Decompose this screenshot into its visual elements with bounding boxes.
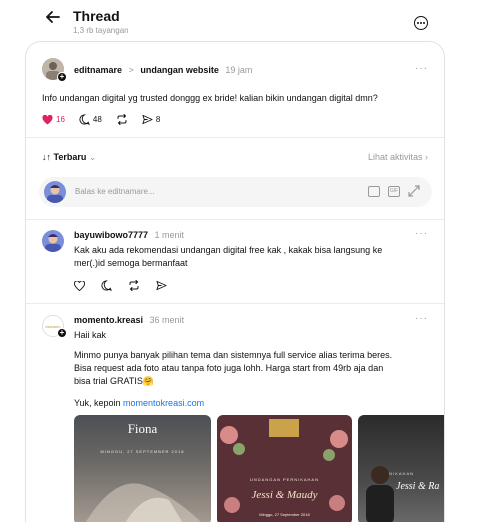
- comment-line: bisa trial GRATIS🤗: [74, 376, 155, 386]
- comment-line: Kak aku ada rekomendasi undangan digital…: [74, 245, 383, 255]
- reply-input[interactable]: Balas ke editnamare...: [75, 187, 155, 196]
- reply-box[interactable]: Balas ke editnamare... GIF: [39, 177, 432, 207]
- comment-time: 36 menit: [149, 315, 185, 325]
- sort-dropdown[interactable]: ↓↑ Terbaru ⌄: [42, 152, 96, 163]
- comment-header: momento.kreasi 36 menit: [74, 315, 184, 325]
- comment-cta: Yuk, kepoin momentokreasi.com: [74, 397, 204, 410]
- view-count: 1,3 rb tayangan: [73, 26, 129, 35]
- post-time: 19 jam: [225, 65, 253, 75]
- like-button[interactable]: 16: [42, 114, 65, 125]
- username[interactable]: momento.kreasi: [74, 315, 143, 325]
- website-link[interactable]: momentokreasi.com: [123, 398, 204, 408]
- media-image[interactable]: Fiona MINGGU, 27 SEPTEMBER 2018: [74, 415, 211, 522]
- media-image[interactable]: PERNIKAHAN Jessi & Ra: [358, 415, 444, 522]
- comment-actions: [74, 280, 167, 291]
- invite-date: Minggu, 27 September 2018: [259, 512, 310, 517]
- back-arrow-icon[interactable]: [44, 8, 62, 26]
- send-icon[interactable]: [156, 280, 167, 291]
- invite-name: Jessi & Maudy: [251, 489, 318, 501]
- page-title: Thread: [73, 8, 120, 24]
- follow-plus-icon[interactable]: +: [57, 328, 67, 338]
- follow-plus-icon[interactable]: +: [57, 72, 67, 82]
- post-more-icon[interactable]: ···: [415, 63, 428, 74]
- comment-text: Kak aku ada rekomendasi undangan digital…: [74, 244, 439, 270]
- view-activity-link[interactable]: Lihat aktivitas ›: [368, 152, 428, 162]
- comment-more-icon[interactable]: ···: [415, 228, 428, 239]
- top-bar: Thread 1,3 rb tayangan: [0, 0, 500, 40]
- repost-button[interactable]: [116, 114, 128, 125]
- share-button[interactable]: 8: [142, 114, 160, 125]
- comment-count: 48: [92, 115, 102, 124]
- heart-icon[interactable]: [74, 280, 85, 291]
- comment-header: bayuwibowo7777 1 menit: [74, 230, 184, 240]
- cta-prefix: Yuk, kepoin: [74, 398, 124, 408]
- share-count: 8: [155, 115, 161, 124]
- invite-name: Fiona: [127, 421, 158, 436]
- sort-icon: ↓↑: [42, 152, 51, 162]
- divider: [26, 303, 444, 304]
- post-text: Info undangan digital yg trusted donggg …: [42, 93, 378, 103]
- comment-time: 1 menit: [154, 230, 185, 240]
- gif-icon[interactable]: GIF: [388, 186, 400, 197]
- divider: [26, 219, 444, 220]
- send-icon: [142, 114, 153, 125]
- comment-paragraph: Minmo punya banyak pilihan tema dan sist…: [74, 349, 444, 388]
- comment-icon[interactable]: [101, 280, 112, 291]
- divider: [26, 137, 444, 138]
- media-image[interactable]: UNDANGAN PERNIKAHAN Jessi & Maudy Minggu…: [217, 415, 352, 522]
- expand-icon[interactable]: [408, 185, 420, 197]
- comment-line: Bisa request ada foto atau tanpa foto ju…: [74, 363, 384, 373]
- username[interactable]: editnamare: [74, 65, 122, 75]
- repost-icon[interactable]: [128, 280, 140, 291]
- repost-icon: [117, 114, 127, 125]
- avatar[interactable]: [42, 230, 64, 252]
- avatar: [44, 181, 66, 203]
- community-link[interactable]: undangan website: [140, 65, 219, 75]
- post-actions: 16 48 8: [42, 114, 160, 125]
- floral-frame-icon: [220, 419, 348, 513]
- bride-photo-icon: [85, 483, 201, 522]
- comment-line: mer(.)id semoga bermanfaat: [74, 258, 188, 268]
- breadcrumb-separator: >: [128, 65, 134, 75]
- post-header: editnamare > undangan website 19 jam: [74, 65, 252, 75]
- more-options-icon[interactable]: [414, 16, 428, 30]
- chevron-down-icon: ⌄: [88, 152, 97, 162]
- couple-photo-icon: [366, 466, 394, 522]
- image-icon[interactable]: [368, 186, 380, 197]
- comment-icon: [79, 114, 90, 125]
- comment-line: Minmo punya banyak pilihan tema dan sist…: [74, 350, 393, 360]
- like-count: 16: [56, 115, 65, 124]
- username[interactable]: bayuwibowo7777: [74, 230, 148, 240]
- comment-greeting: Haii kak: [74, 330, 107, 340]
- sort-label: Terbaru: [53, 152, 87, 162]
- invite-name: Jessi & Ra: [396, 481, 440, 492]
- comment-button[interactable]: 48: [79, 114, 102, 125]
- thread-card: + editnamare > undangan website 19 jam ·…: [25, 41, 445, 522]
- invite-date: MINGGU, 27 SEPTEMBER 2018: [100, 449, 185, 454]
- invite-heading: UNDANGAN PERNIKAHAN: [249, 477, 319, 482]
- heart-icon: [42, 114, 53, 125]
- comment-more-icon[interactable]: ···: [415, 313, 428, 324]
